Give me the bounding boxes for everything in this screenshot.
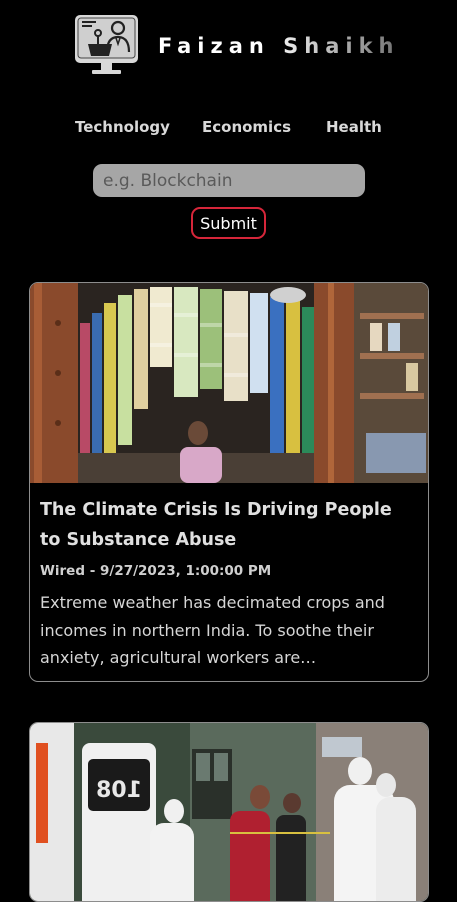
nav-economics[interactable]: Economics [202,118,291,136]
ambulance-number: 108 [96,778,142,803]
article-image[interactable]: 108 [30,723,429,902]
brand-name[interactable]: Faizan Shaikh [158,34,400,58]
presenter-monitor-icon[interactable] [74,14,139,76]
nav-technology[interactable]: Technology [75,118,170,136]
article-title[interactable]: The Climate Crisis Is Driving People to … [40,495,418,555]
submit-button[interactable]: Submit [191,207,266,239]
article-card[interactable]: The Climate Crisis Is Driving People to … [29,282,429,682]
article-meta: Wired - 9/27/2023, 1:00:00 PM [40,563,272,579]
category-nav: Technology Economics Health [0,118,457,142]
article-image[interactable] [30,283,429,483]
article-description: Extreme weather has decimated crops and … [40,593,385,667]
nav-health[interactable]: Health [326,118,382,136]
article-card[interactable]: 108 [29,722,429,902]
header: Faizan Shaikh [0,0,457,100]
search-input[interactable] [93,164,365,197]
